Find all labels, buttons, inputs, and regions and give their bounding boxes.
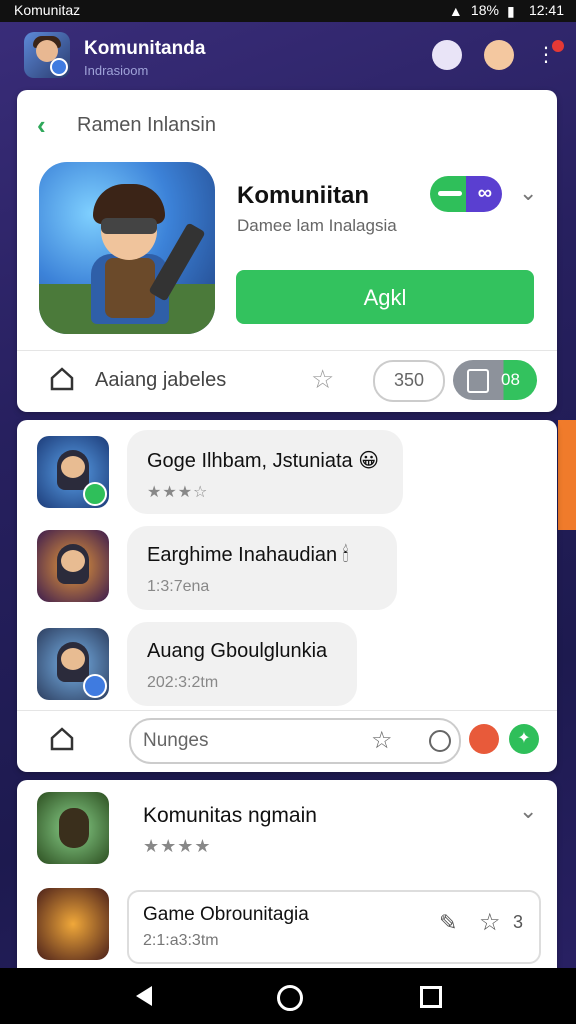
star-icon[interactable]: ☆	[371, 726, 393, 755]
back-nav-icon[interactable]	[136, 986, 152, 1006]
list-item[interactable]: Auang Gboulglunkia 202:3:2tm	[17, 618, 557, 714]
home-nav-icon[interactable]	[277, 985, 303, 1011]
back-button[interactable]: ‹	[37, 110, 46, 141]
status-right: ▲ 18% ▮ 12:41	[448, 2, 564, 19]
app-title: Komunitanda	[84, 38, 206, 59]
app-subtitle: Indrasioom	[84, 63, 149, 78]
message-bubble: Auang Gboulglunkia 202:3:2tm	[127, 622, 357, 706]
thread-thumbnail	[37, 530, 109, 602]
chevron-down-icon[interactable]: ⌄	[519, 798, 537, 824]
app-bar: Komunitanda Indrasioom ⋮	[0, 22, 576, 90]
message-time: 202:3:2tm	[147, 674, 219, 691]
battery-icon: ▮	[506, 3, 515, 19]
conversation-card: Goge Ilhbam, Jstuniata 😀 ★★★☆ Earghime I…	[17, 420, 557, 772]
list-item[interactable]: Earghime Inahaudian 🕯 1:3:7ena	[17, 522, 557, 618]
rating-stars: ★★★☆	[147, 484, 209, 501]
list-item[interactable]: Komunitas ngmain ★★★★ ⌄	[17, 780, 557, 876]
status-time: 12:41	[528, 2, 564, 18]
join-button[interactable]: Agkl	[236, 270, 534, 324]
community-hero-image	[39, 162, 215, 334]
message-bubble: Goge Ilhbam, Jstuniata 😀 ★★★☆	[127, 430, 403, 514]
count-pill[interactable]: 350	[373, 360, 445, 402]
thread-thumbnail	[37, 628, 109, 700]
star-icon[interactable]: ☆	[479, 908, 501, 937]
community-header-card: ‹ Ramen Inlansin Komuniitan Damee lam In…	[17, 90, 557, 412]
star-icon[interactable]: ☆	[311, 364, 334, 395]
row-label: Aaiang jabeles	[95, 369, 227, 391]
sub-item-time: 2:1:a3:3tm	[143, 932, 219, 949]
side-accent	[558, 420, 576, 530]
emoji-icon[interactable]	[429, 730, 451, 752]
community-title: Komuniitan	[237, 182, 369, 209]
sub-item-title: Game Obrounitagia	[143, 904, 309, 925]
user-icon[interactable]	[432, 40, 462, 70]
infinity-icon: ∞	[477, 182, 492, 204]
community-subtitle: Damee lam Inalagsia	[237, 216, 397, 235]
message-title: Goge Ilhbam, Jstuniata 😀	[147, 450, 380, 472]
group-sub-item[interactable]: Game Obrounitagia 2:1:a3:3tm ✎ ☆ 3	[127, 890, 541, 964]
group-thumbnail	[37, 888, 109, 960]
mode-toggle[interactable]: ∞	[430, 176, 502, 212]
share-icon[interactable]: ✦	[509, 724, 539, 754]
group-title: Komunitas ngmain	[143, 804, 317, 827]
home-icon[interactable]	[49, 366, 75, 392]
recents-nav-icon[interactable]	[420, 986, 442, 1008]
group-thumbnail	[37, 792, 109, 864]
message-placeholder: Nunges	[143, 730, 209, 751]
breadcrumb: Ramen Inlansin	[77, 114, 216, 136]
document-pill[interactable]: 08	[453, 360, 537, 400]
home-icon[interactable]	[49, 726, 75, 752]
message-input[interactable]: Nunges ☆	[129, 718, 461, 764]
message-title: Auang Gboulglunkia	[147, 640, 328, 662]
message-title: Earghime Inahaudian 🕯	[147, 544, 349, 566]
message-time: 1:3:7ena	[147, 578, 210, 595]
verified-badge-icon	[50, 58, 68, 76]
header-actions-row: Aaiang jabeles ☆ 350 08	[17, 350, 557, 410]
chevron-down-icon[interactable]: ⌄	[519, 180, 537, 206]
document-icon	[467, 369, 489, 393]
app-logo[interactable]	[24, 32, 70, 78]
rating-stars: ★★★★	[143, 836, 212, 856]
edit-icon[interactable]: ✎	[439, 910, 457, 936]
group-card: Komunitas ngmain ★★★★ ⌄ Game Obrounitagi…	[17, 780, 557, 980]
status-app-label: Komunitaz	[14, 2, 81, 18]
wifi-icon: ▲	[448, 3, 463, 19]
thread-thumbnail	[37, 436, 109, 508]
more-menu-icon[interactable]: ⋮	[536, 40, 556, 70]
sub-item-count: 3	[513, 912, 524, 932]
composer-row: Nunges ☆ ✦	[17, 710, 557, 770]
message-bubble: Earghime Inahaudian 🕯 1:3:7ena	[127, 526, 397, 610]
avatar[interactable]	[484, 40, 514, 70]
list-item[interactable]: Goge Ilhbam, Jstuniata 😀 ★★★☆	[17, 426, 557, 522]
avatar[interactable]	[469, 724, 499, 754]
notification-dot	[552, 40, 564, 52]
status-bar: Komunitaz ▲ 18% ▮ 12:41	[0, 0, 576, 22]
system-nav-bar	[0, 968, 576, 1024]
battery-percent: 18%	[470, 2, 499, 18]
